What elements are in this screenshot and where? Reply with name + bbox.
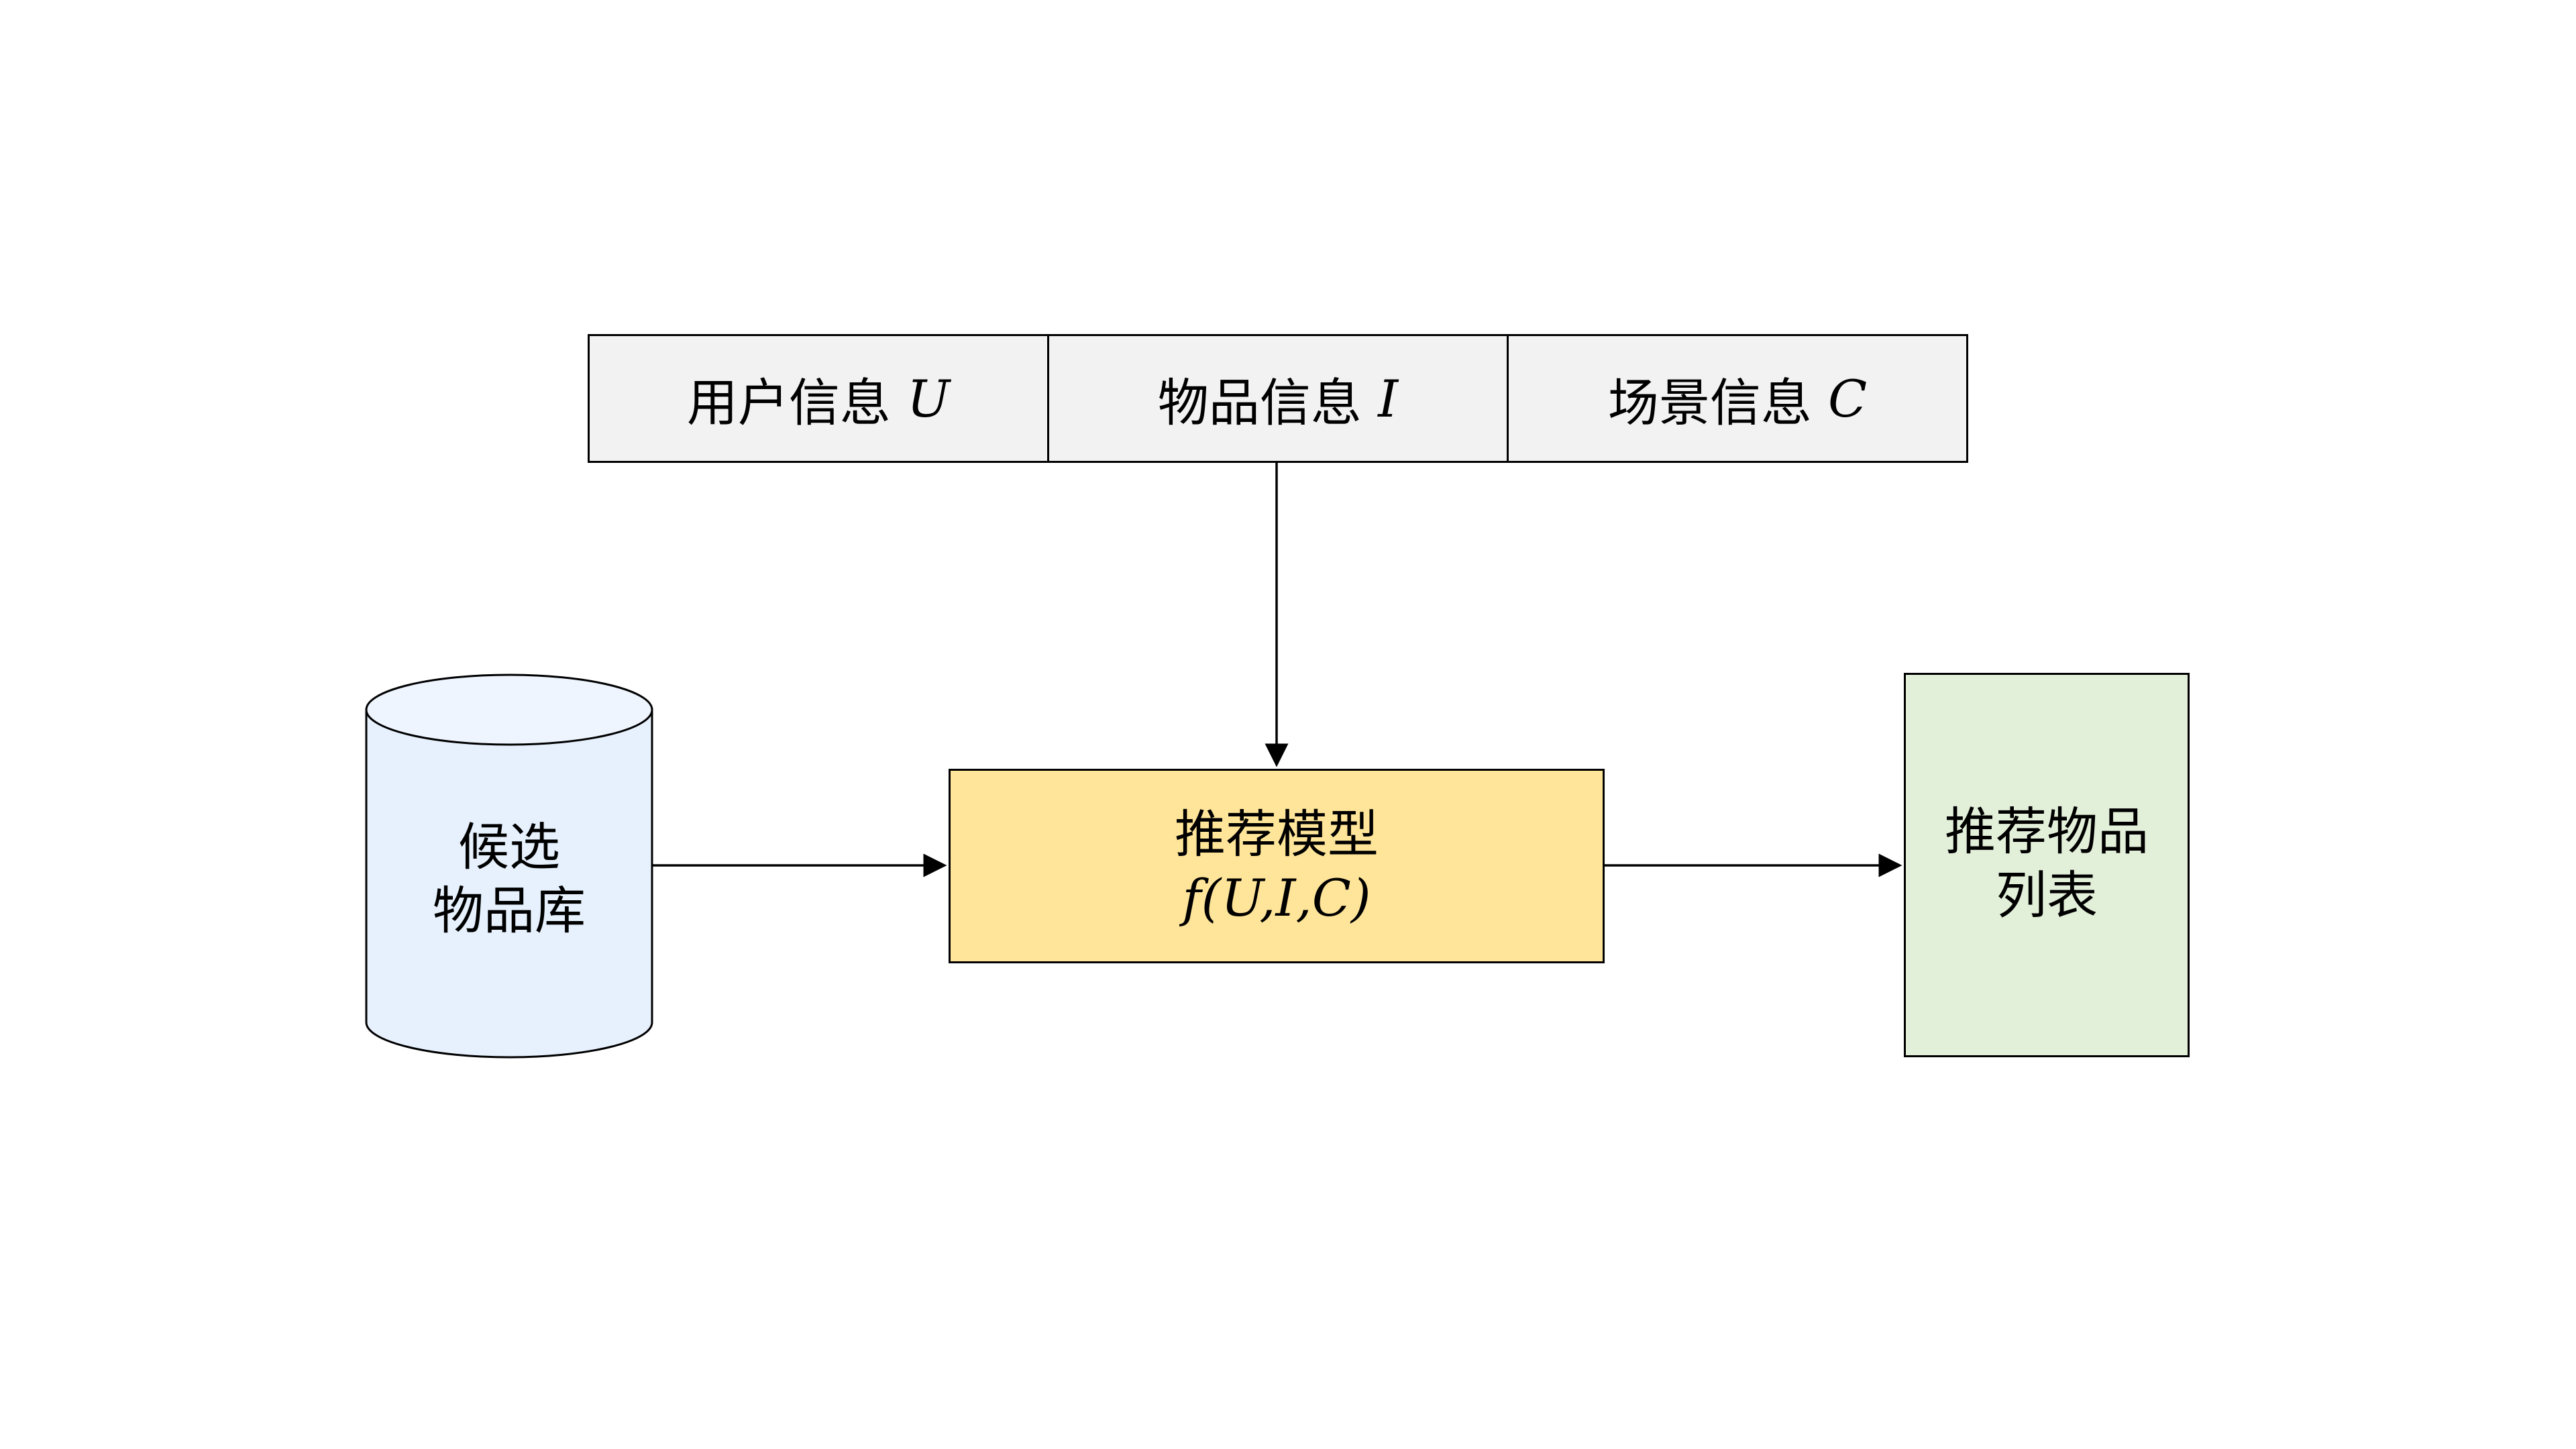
- user-info-label: 用户信息: [686, 373, 891, 433]
- database-label-line2: 物品库: [433, 881, 586, 941]
- input-info-bar: 用户信息 U 物品信息 I 场景信息 C: [588, 334, 1968, 463]
- user-info-cell: 用户信息 U: [590, 336, 1047, 461]
- item-info-symbol: I: [1378, 368, 1399, 429]
- diagram-connectors: [365, 463, 1902, 1059]
- context-info-symbol: C: [1828, 368, 1868, 429]
- recommendation-model-box: 推荐模型 f(U,I,C): [949, 769, 1605, 963]
- model-title: 推荐模型: [1175, 804, 1379, 864]
- item-info-label: 物品信息: [1157, 373, 1362, 433]
- context-info-label: 场景信息: [1607, 373, 1812, 433]
- output-label-line1: 推荐物品: [1945, 802, 2149, 861]
- diagram-canvas: 用户信息 U 物品信息 I 场景信息 C 候选 物品库 推荐模型 f(U,I,C…: [0, 0, 2576, 1449]
- database-label-line1: 候选: [458, 817, 560, 877]
- recommended-items-list-box: 推荐物品 列表: [1904, 673, 2190, 1057]
- model-formula: f(U,I,C): [1182, 868, 1371, 928]
- database-label: 候选 物品库: [366, 815, 652, 943]
- user-info-symbol: U: [907, 368, 951, 429]
- item-info-cell: 物品信息 I: [1047, 336, 1507, 461]
- context-info-cell: 场景信息 C: [1507, 336, 1966, 461]
- database-top: [365, 674, 653, 746]
- output-label-line2: 列表: [1996, 865, 2098, 925]
